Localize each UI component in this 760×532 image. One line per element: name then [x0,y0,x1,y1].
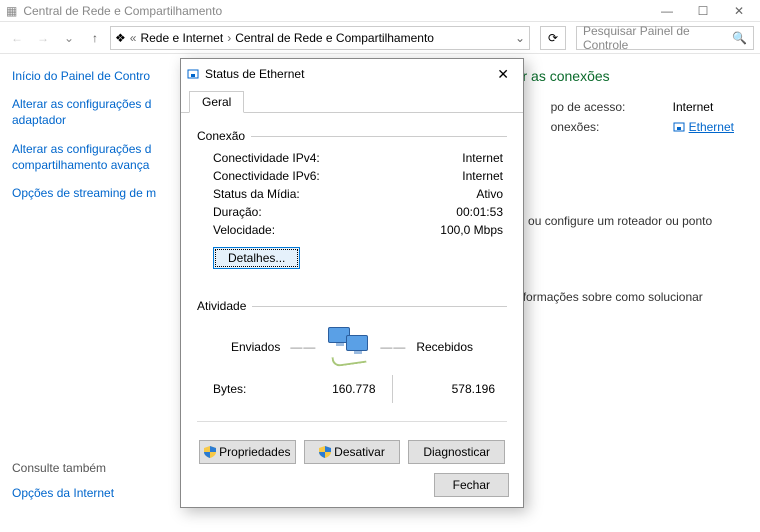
nav-up-button[interactable]: ↑ [84,27,106,49]
ipv6-label: Conectividade IPv6: [213,169,320,183]
active-network-info: po de acesso: Internet onexões: Ethernet [551,100,734,140]
diagnose-button-label: Diagnosticar [423,445,490,459]
nav-back-button[interactable]: ← [6,27,28,49]
control-panel-icon: ▦ [6,4,17,18]
nav-forward-button[interactable]: → [32,27,54,49]
dialog-titlebar: Status de Ethernet ✕ [181,59,523,89]
speed-label: Velocidade: [213,223,275,237]
breadcrumb-sep-icon: « [130,31,137,45]
ipv4-value: Internet [462,151,503,165]
divider [197,421,507,422]
ipv6-value: Internet [462,169,503,183]
nav-history-dropdown[interactable]: ⌄ [58,27,80,49]
sidebar-link-home[interactable]: Início do Painel de Contro [12,68,168,84]
breadcrumb[interactable]: ❖ « Rede e Internet › Central de Rede e … [110,26,530,50]
sidebar-link-advanced-sharing[interactable]: Alterar as configurações d compartilhame… [12,141,168,173]
sidebar-link-internet-options[interactable]: Opções da Internet [12,485,168,501]
dialog-title: Status de Ethernet [205,67,304,81]
diagnose-button[interactable]: Diagnosticar [408,440,505,464]
navbar: ← → ⌄ ↑ ❖ « Rede e Internet › Central de… [0,22,760,54]
media-status-value: Ativo [476,187,503,201]
divider: —— [380,340,406,354]
sent-label: Enviados [231,340,280,354]
group-activity-label: Atividade [197,299,246,313]
breadcrumb-item[interactable]: Central de Rede e Compartilhamento [235,31,434,45]
divider [252,306,507,307]
refresh-button[interactable]: ⟳ [540,26,566,50]
window-titlebar: ▦ Central de Rede e Compartilhamento — ☐… [0,0,760,22]
divider [251,136,507,137]
ethernet-status-dialog: Status de Ethernet ✕ Geral Conexão Conec… [180,58,524,508]
access-type-value: Internet [673,100,714,114]
bytes-label: Bytes: [213,382,273,396]
properties-button-label: Propriedades [219,445,290,459]
see-also-label: Consulte também [12,461,168,475]
breadcrumb-dropdown-icon[interactable]: ⌄ [515,31,525,45]
ipv4-label: Conectividade IPv4: [213,151,320,165]
search-icon: 🔍 [732,31,747,45]
bytes-received-value: 578.196 [393,382,504,396]
duration-value: 00:01:53 [456,205,503,219]
breadcrumb-item[interactable]: Rede e Internet [140,31,223,45]
sidebar: Início do Painel de Contro Alterar as co… [0,54,180,532]
dialog-tabs: Geral [181,89,523,113]
sidebar-link-adapter-settings[interactable]: Alterar as configurações d adaptador [12,96,168,128]
dialog-close-button[interactable]: ✕ [489,64,517,85]
connection-link-label: Ethernet [689,120,734,134]
disable-button[interactable]: Desativar [304,440,401,464]
close-window-button[interactable]: ✕ [724,4,754,18]
duration-label: Duração: [213,205,262,219]
properties-button[interactable]: Propriedades [199,440,296,464]
ethernet-icon [673,121,685,133]
connections-label: onexões: [551,120,651,134]
uac-shield-icon [204,446,216,458]
bytes-row: Bytes: 160.778 578.196 [197,371,507,407]
network-monitors-icon [326,327,370,367]
network-icon: ❖ [115,31,126,45]
bytes-sent-value: 160.778 [273,382,392,396]
minimize-button[interactable]: — [652,4,682,18]
window-title: Central de Rede e Compartilhamento [23,4,222,18]
received-label: Recebidos [416,340,473,354]
divider: —— [290,340,316,354]
ethernet-icon [187,68,199,80]
uac-shield-icon [319,446,331,458]
disable-button-label: Desativar [334,445,385,459]
sidebar-link-media-streaming[interactable]: Opções de streaming de m [12,185,168,201]
maximize-button[interactable]: ☐ [688,4,718,18]
close-button[interactable]: Fechar [434,473,509,497]
speed-value: 100,0 Mbps [440,223,503,237]
search-input[interactable]: Pesquisar Painel de Controle 🔍 [576,26,754,50]
access-type-label: po de acesso: [551,100,651,114]
connection-link-ethernet[interactable]: Ethernet [673,120,734,134]
search-placeholder: Pesquisar Painel de Controle [583,24,726,52]
tab-general[interactable]: Geral [189,91,244,113]
group-connection-label: Conexão [197,129,245,143]
media-status-label: Status da Mídia: [213,187,300,201]
chevron-right-icon: › [227,31,231,45]
activity-graphic: Enviados —— —— Recebidos [197,327,507,367]
details-button[interactable]: Detalhes... [213,247,300,269]
